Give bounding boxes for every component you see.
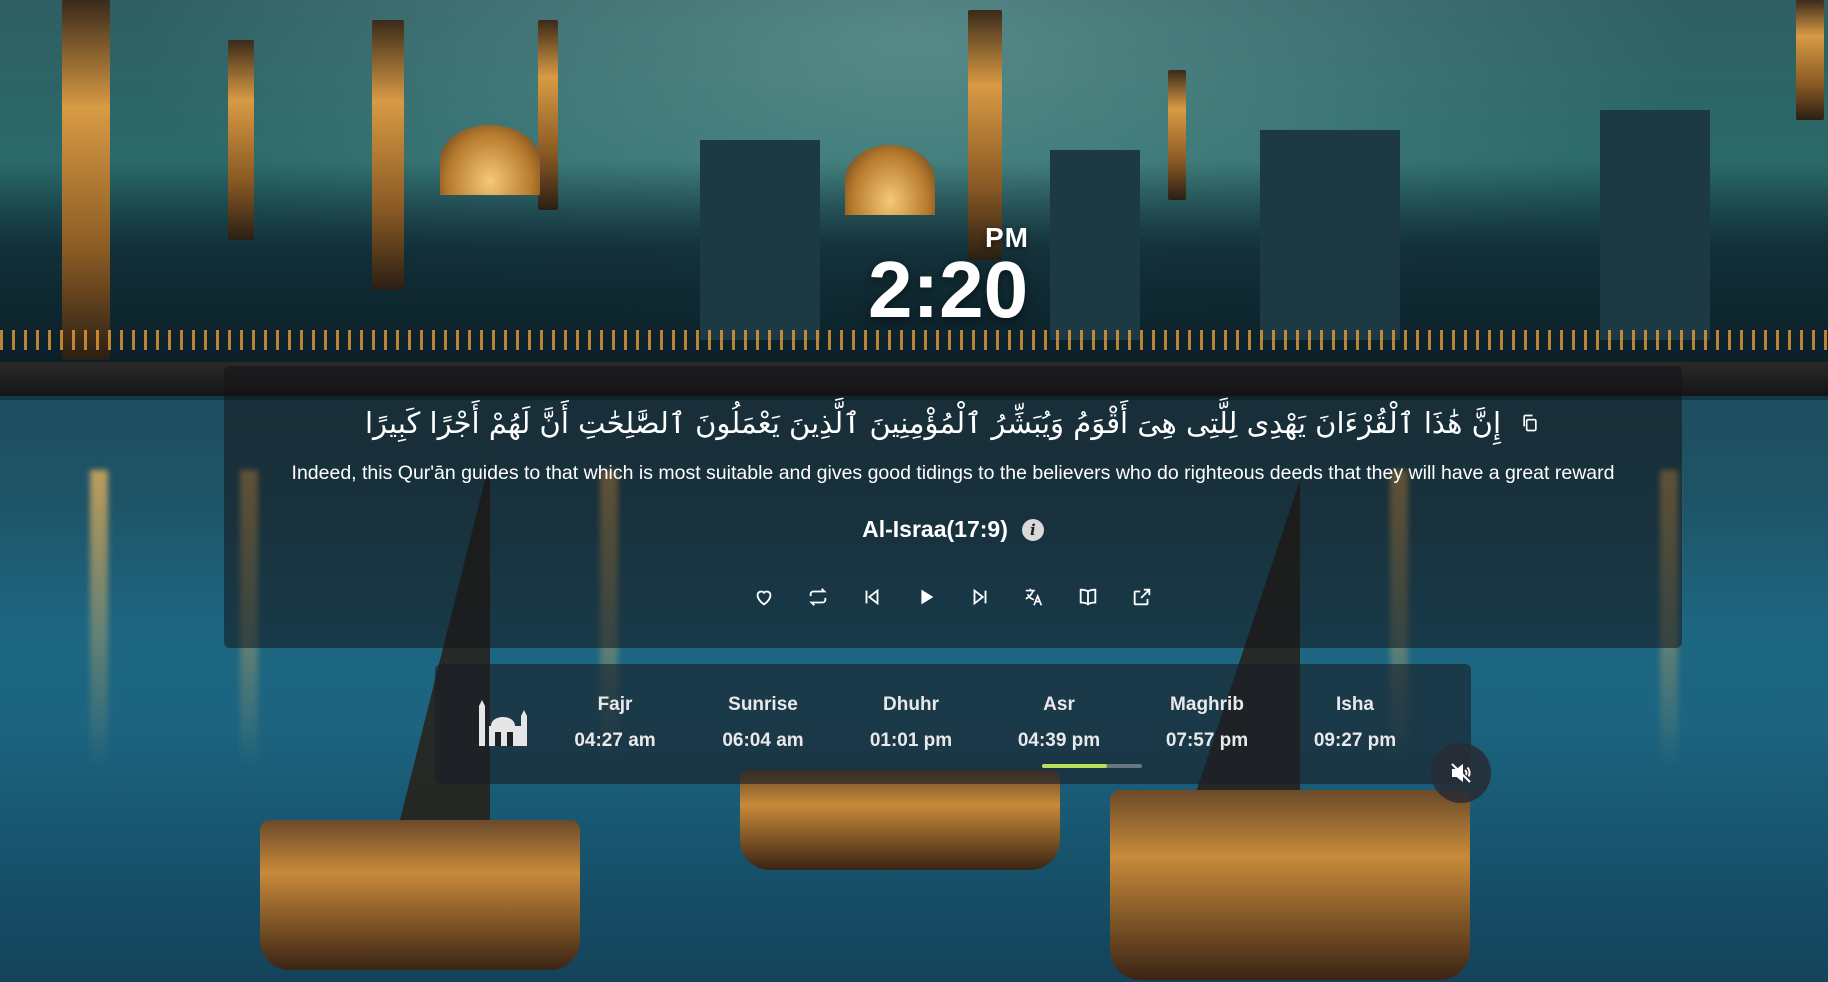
prayer-times-panel: Fajr 04:27 am Sunrise 06:04 am Dhuhr 01:… (435, 664, 1471, 784)
prayer-time: 04:39 pm (1017, 730, 1101, 751)
info-icon[interactable]: i (1021, 518, 1044, 541)
arabic-verse-row: إِنَّ هَٰذَا ٱلْقُرْءَانَ يَهْدِى لِلَّت… (224, 406, 1682, 440)
previous-button[interactable] (860, 585, 884, 609)
prayer-time: 04:27 am (574, 730, 656, 751)
favorite-button[interactable] (752, 585, 776, 609)
next-button[interactable] (968, 585, 992, 609)
prayer-name: Dhuhr (883, 694, 939, 715)
play-icon (921, 589, 934, 605)
read-button[interactable] (1076, 585, 1100, 609)
translate-button[interactable] (1022, 585, 1046, 609)
playback-controls (224, 585, 1682, 609)
play-button[interactable] (914, 585, 938, 609)
prayer-name: Fajr (597, 694, 633, 715)
repeat-icon (809, 588, 827, 606)
open-external-button[interactable] (1130, 585, 1154, 609)
next-prayer-progress-fill (1042, 764, 1107, 768)
prayer-name: Sunrise (728, 694, 798, 715)
repeat-button[interactable] (806, 585, 830, 609)
prayer-dhuhr: Dhuhr 01:01 pm (841, 694, 981, 752)
prayer-sunrise: Sunrise 06:04 am (693, 694, 833, 752)
book-open-icon (1079, 588, 1097, 606)
verse-panel: إِنَّ هَٰذَا ٱلْقُرْءَانَ يَهْدِى لِلَّت… (224, 366, 1682, 648)
prayer-name: Asr (1043, 694, 1075, 715)
prayer-fajr: Fajr 04:27 am (545, 694, 685, 752)
mute-button[interactable] (1431, 743, 1491, 803)
copy-icon[interactable] (1519, 412, 1541, 434)
prayer-time: 06:04 am (722, 730, 804, 751)
skip-next-icon (973, 588, 987, 606)
volume-mute-icon (1451, 763, 1471, 783)
verse-reference-row: Al-Israa(17:9) i (224, 516, 1682, 543)
prayer-name: Maghrib (1170, 694, 1244, 715)
skip-previous-icon (865, 588, 879, 606)
next-prayer-progress-track (1042, 764, 1142, 768)
prayer-time: 09:27 pm (1313, 730, 1397, 751)
external-link-icon (1133, 588, 1151, 606)
prayer-name: Isha (1335, 694, 1375, 715)
translate-icon (1025, 588, 1043, 606)
arabic-verse: إِنَّ هَٰذَا ٱلْقُرْءَانَ يَهْدِى لِلَّت… (364, 406, 1502, 440)
prayer-isha: Isha 09:27 pm (1285, 694, 1425, 752)
verse-reference[interactable]: Al-Israa(17:9) (862, 516, 1008, 543)
prayer-time: 01:01 pm (869, 730, 953, 751)
clock-time: 2:20 (868, 245, 1029, 334)
prayer-asr: Asr 04:39 pm (989, 694, 1129, 752)
mosque-icon (477, 700, 529, 746)
new-tab-page: PM 2:20 إِنَّ هَٰذَا ٱلْقُرْءَانَ يَهْدِ… (0, 0, 1828, 982)
verse-translation: Indeed, this Qur'ān guides to that which… (291, 462, 1615, 484)
heart-icon (756, 590, 772, 606)
prayer-time: 07:57 pm (1165, 730, 1249, 751)
prayer-maghrib: Maghrib 07:57 pm (1137, 694, 1277, 752)
